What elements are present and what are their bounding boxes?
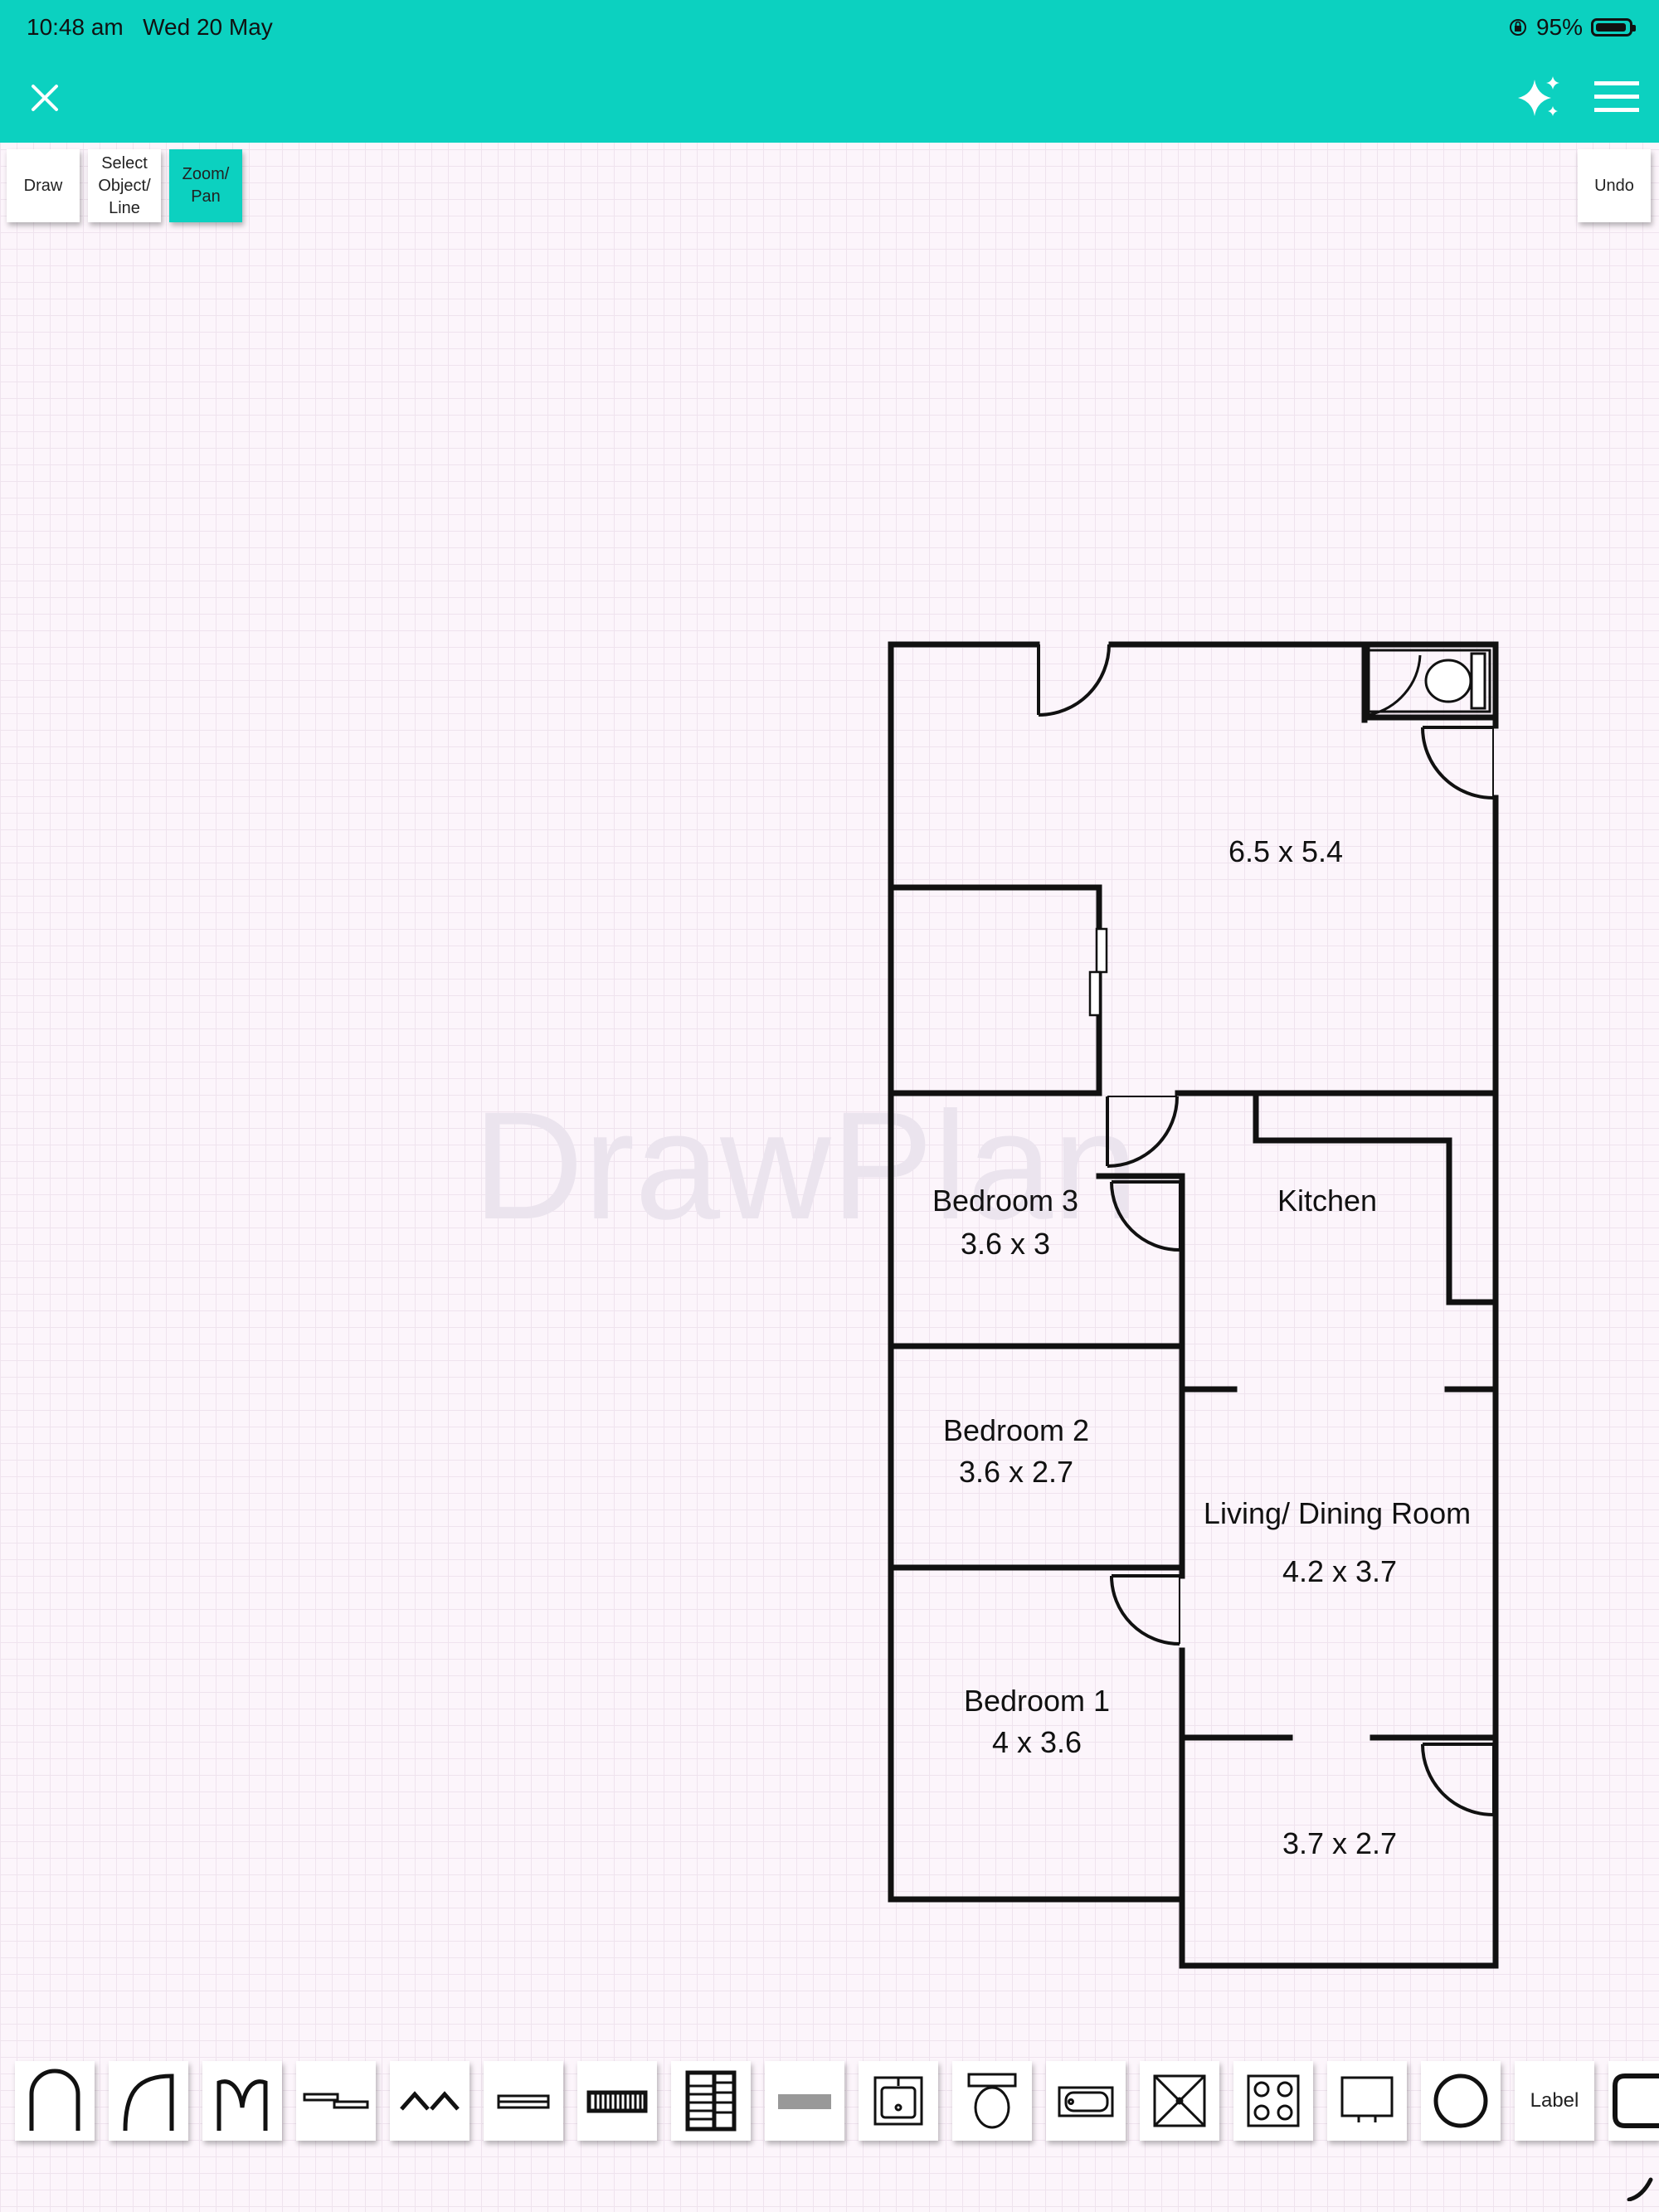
floor-plan[interactable]: [0, 0, 1659, 2212]
door-hallway: [1106, 1096, 1179, 1168]
room-7-size: 3.7 x 2.7: [1282, 1826, 1398, 1860]
stove-icon: [1247, 2074, 1300, 2127]
double-door-icon: [216, 2079, 268, 2131]
palette-door[interactable]: [15, 2061, 95, 2141]
door-bedroom1: [1110, 1574, 1180, 1646]
palette-window[interactable]: [484, 2061, 563, 2141]
room-4-name: Bedroom 2: [942, 1413, 1090, 1447]
stairs-icon: [586, 2090, 648, 2113]
circle-icon: [1433, 2073, 1488, 2128]
palette-label[interactable]: Label: [1515, 2061, 1594, 2141]
toilet-icon: [967, 2073, 1017, 2129]
room-6-size: 4 x 3.6: [991, 1725, 1082, 1759]
bifold-door-icon: [400, 2091, 460, 2111]
palette-bifold-door[interactable]: [390, 2061, 469, 2141]
sliding-door: [1088, 927, 1108, 1017]
palette-door-left[interactable]: [109, 2061, 188, 2141]
palette-wall-block[interactable]: [765, 2061, 844, 2141]
palette-stairs[interactable]: [577, 2061, 657, 2141]
sink-icon: [873, 2076, 923, 2126]
label-item: Label: [1530, 2089, 1579, 2112]
wall-block-icon: [778, 2094, 831, 2109]
door-entry: [1421, 1743, 1494, 1816]
shower-icon: [1153, 2074, 1206, 2127]
palette-circle[interactable]: [1421, 2061, 1501, 2141]
palette-stairs-turn[interactable]: [671, 2061, 751, 2141]
palette-sliding-door[interactable]: [296, 2061, 376, 2141]
room-6-name: Bedroom 1: [963, 1684, 1111, 1718]
room-2-name: Bedroom 3: [932, 1184, 1079, 1218]
door-left-icon: [123, 2073, 174, 2132]
stairs-turn-icon: [685, 2070, 737, 2132]
palette-bathtub[interactable]: [1046, 2061, 1126, 2141]
sliding-door-icon: [303, 2093, 369, 2109]
palette-stove[interactable]: [1233, 2061, 1313, 2141]
door-right-upper: [1421, 726, 1494, 800]
toilet: [1367, 649, 1491, 713]
palette-tv[interactable]: [1327, 2061, 1407, 2141]
tv-icon: [1340, 2076, 1394, 2122]
room-3-name: Kitchen: [1277, 1184, 1378, 1218]
room-5-size: 4.2 x 3.7: [1282, 1554, 1398, 1588]
palette-more[interactable]: [1608, 2061, 1659, 2141]
bathtub-icon: [1058, 2086, 1114, 2117]
resize-handle[interactable]: [1626, 2171, 1656, 2202]
palette-toilet[interactable]: [952, 2061, 1032, 2141]
room-2-size: 3.6 x 3: [960, 1227, 1051, 1261]
resize-handle-icon: [1627, 2177, 1653, 2202]
palette-shower[interactable]: [1140, 2061, 1219, 2141]
room-4-size: 3.6 x 2.7: [958, 1455, 1074, 1489]
door-bedroom3: [1110, 1180, 1180, 1252]
door-icon: [29, 2069, 80, 2131]
palette-double-door[interactable]: [202, 2061, 282, 2141]
door-top: [1037, 644, 1111, 717]
shape-partial-icon: [1613, 2073, 1659, 2128]
room-1-size: 6.5 x 5.4: [1228, 834, 1344, 868]
palette-sink[interactable]: [859, 2061, 938, 2141]
door-wc: [1367, 647, 1422, 717]
room-5-name: Living/ Dining Room: [1203, 1496, 1472, 1530]
window-icon: [497, 2094, 550, 2109]
